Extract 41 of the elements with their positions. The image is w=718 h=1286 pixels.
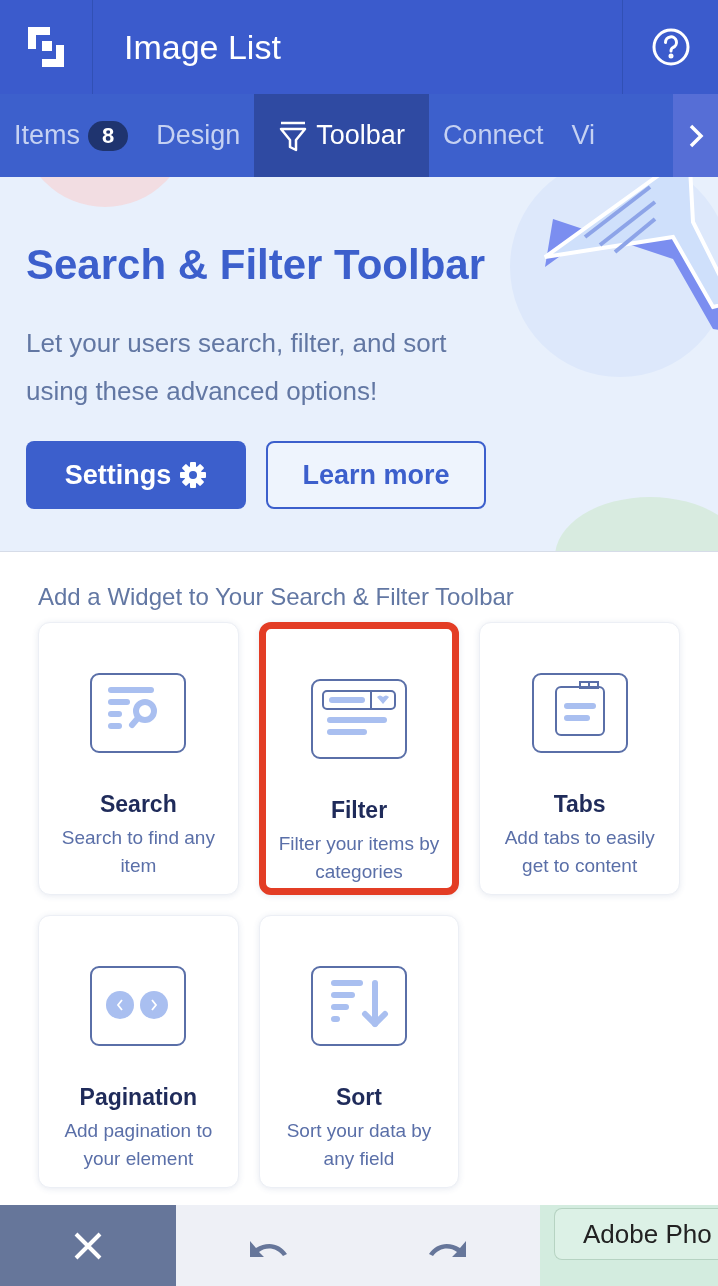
widget-title: Search [99,790,177,819]
widget-description: Search to find any item [60,825,216,878]
close-button[interactable] [0,1205,176,1286]
filter-widget-icon [311,679,407,759]
section-title: Add a Widget to Your Search & Filter Toolbar [37,582,515,612]
app-chip[interactable]: Adobe Pho [554,1208,718,1260]
close-icon [73,1230,103,1261]
logo-icon [26,25,66,69]
widget-title: Pagination [79,1083,198,1112]
settings-button[interactable]: Settings [26,441,246,509]
count-badge: 8 [88,120,129,151]
widget-card[interactable]: Search Search to find any item [38,622,239,895]
tab[interactable]: Items 8 [0,94,143,177]
help-icon [650,27,691,67]
scroll-right-button[interactable] [673,94,718,177]
tab[interactable]: Vi [557,94,609,177]
widget-title: Filter [330,796,388,825]
banner-title: Search & Filter Toolbar [26,240,486,290]
widget-card[interactable]: Pagination Add pagination to your element [38,915,239,1188]
learn-more-button[interactable]: Learn more [266,441,486,509]
widget-title: Tabs [553,790,606,819]
app-title: Image List [123,26,282,68]
chevron-right-icon [687,122,704,149]
pagination-widget-icon [90,966,187,1046]
filter-icon [278,119,309,152]
widget-card[interactable]: Filter Filter your items by categories [258,622,460,895]
settings-icon [179,461,208,489]
widget-description: Add pagination to your element [63,1118,214,1171]
tab[interactable]: Design [142,94,255,177]
widget-description: Sort your data by any field [285,1118,433,1171]
sort-widget-icon [311,966,407,1046]
tabs-widget-icon [531,673,628,753]
widget-title: Sort [336,1083,382,1112]
widget-card[interactable]: Tabs Add tabs to easily get to content [479,622,680,895]
tab[interactable]: Toolbar [254,94,429,177]
tab[interactable]: Connect [428,94,558,177]
widget-description: Add tabs to easily get to content [503,825,656,878]
widget-card[interactable]: Sort Sort your data by any field [258,915,460,1188]
widget-description: Filter your items by categories [277,831,441,884]
banner-description: Let your users search, filter, and sort using these advanced options! [26,327,448,408]
search-widget-icon [90,673,187,753]
